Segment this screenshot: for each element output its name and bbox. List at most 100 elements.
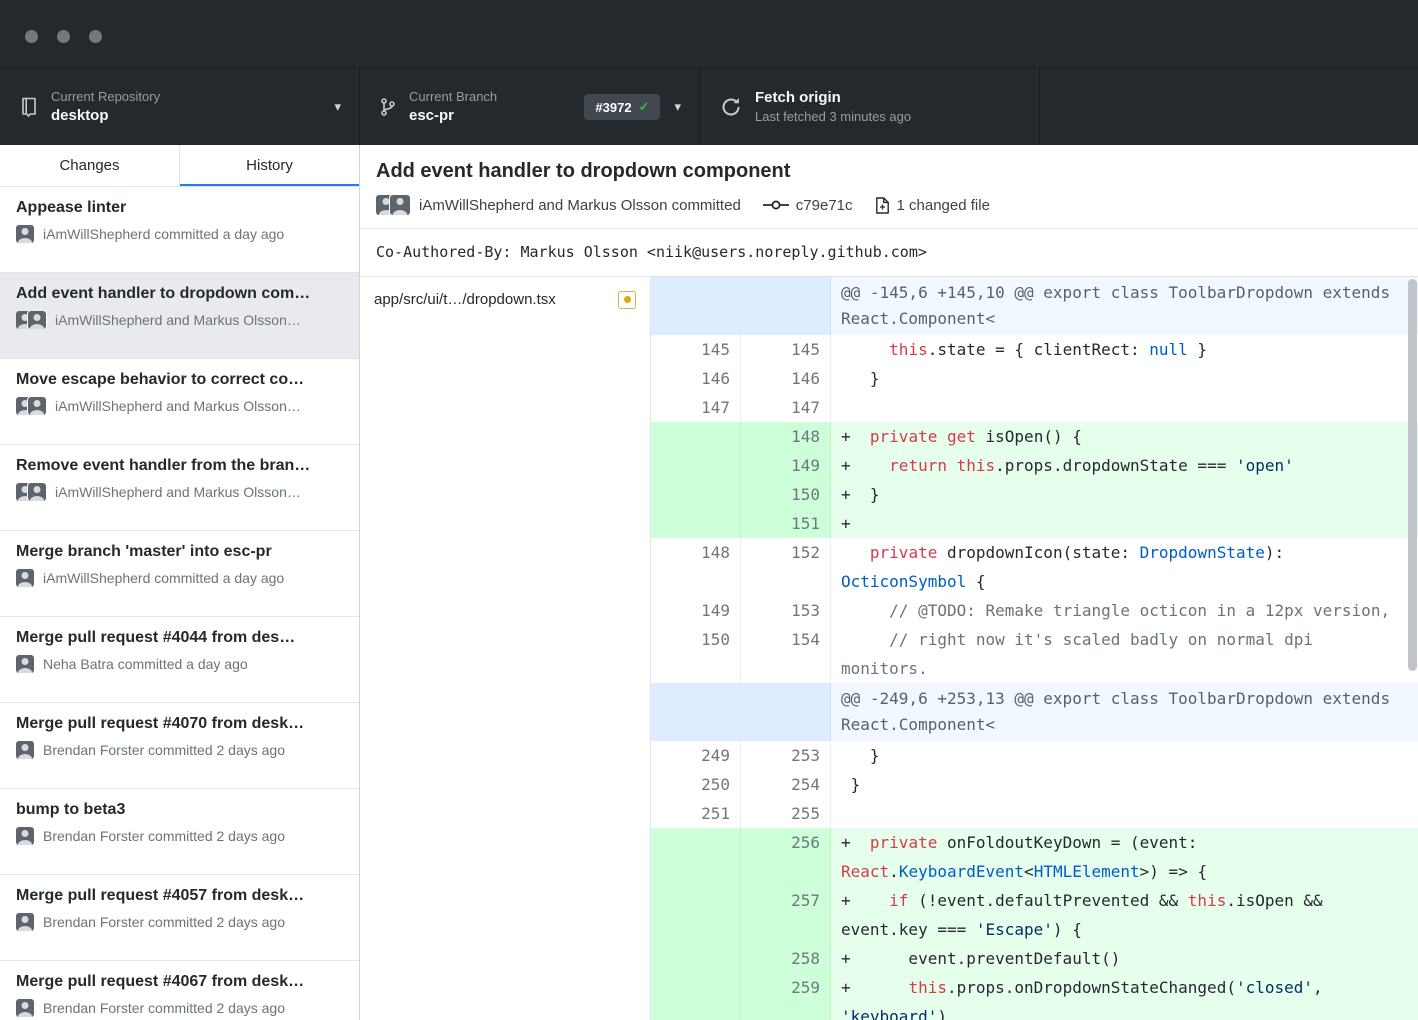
commit-title-heading: Add event handler to dropdown component: [376, 160, 1402, 183]
diff-code-line: }: [831, 364, 1418, 393]
commit-meta-text: iAmWillShepherd committed a day ago: [43, 570, 284, 586]
sidebar-tabs: ChangesHistory: [0, 145, 359, 187]
diff-new-line-number: 147: [741, 393, 831, 422]
commit-avatars: [16, 999, 34, 1017]
commit-item[interactable]: Merge pull request #4057 from desk… Bren…: [0, 875, 359, 961]
file-list: app/src/ui/t…/dropdown.tsx: [360, 277, 651, 1020]
commit-title: Add event handler to dropdown com…: [16, 285, 343, 303]
close-button[interactable]: [25, 30, 38, 43]
commit-meta-text: Brendan Forster committed 2 days ago: [43, 1000, 285, 1016]
fetch-origin-sublabel: Last fetched 3 minutes ago: [755, 109, 911, 125]
scrollbar-thumb[interactable]: [1408, 279, 1417, 671]
diff-new-line-number: 152: [741, 538, 831, 596]
commit-avatars: [16, 569, 34, 587]
commit-item[interactable]: Remove event handler from the bran… iAmW…: [0, 445, 359, 531]
diff-line-row: 145145 this.state = { clientRect: null }: [651, 335, 1418, 364]
commit-avatars: [16, 913, 34, 931]
commit-avatars: [16, 225, 34, 243]
toolbar: Current Repository desktop ▾ Current Bra…: [0, 69, 1418, 145]
repo-icon: [20, 96, 38, 118]
avatar: [16, 655, 34, 673]
diff-old-line-number: [651, 509, 741, 538]
avatar: [28, 483, 46, 501]
diff-line-row: 147147: [651, 393, 1418, 422]
commit-meta-text: Brendan Forster committed 2 days ago: [43, 742, 285, 758]
commit-item[interactable]: Move escape behavior to correct co… iAmW…: [0, 359, 359, 445]
avatar: [16, 999, 34, 1017]
pr-number: #3972: [595, 100, 631, 115]
commit-item[interactable]: bump to beta3 Brendan Forster committed …: [0, 789, 359, 875]
pr-number-badge: #3972 ✓: [584, 94, 660, 120]
diff-line-row: 148152 private dropdownIcon(state: Dropd…: [651, 538, 1418, 596]
diff-line-row: 149153 // @TODO: Remake triangle octicon…: [651, 596, 1418, 625]
sidebar: ChangesHistory Appease linter iAmWillShe…: [0, 145, 360, 1020]
git-branch-icon: [380, 96, 396, 118]
diff-line-row: 249253 }: [651, 741, 1418, 770]
diff-code-line: + }: [831, 480, 1418, 509]
diff-code-line: }: [831, 741, 1418, 770]
commit-sha-group: c79e71c: [763, 197, 853, 214]
diff-old-line-number: [651, 828, 741, 886]
zoom-button[interactable]: [89, 30, 102, 43]
avatar: [28, 397, 46, 415]
git-commit-icon: [763, 198, 789, 212]
diff-old-line-number: [651, 451, 741, 480]
file-row[interactable]: app/src/ui/t…/dropdown.tsx: [360, 277, 650, 322]
current-repository-button[interactable]: Current Repository desktop ▾: [0, 69, 360, 145]
current-repository-value: desktop: [51, 107, 160, 126]
commit-meta: Brendan Forster committed 2 days ago: [16, 999, 343, 1017]
commit-meta-text: iAmWillShepherd and Markus Olsson…: [55, 398, 301, 414]
commit-meta-text: iAmWillShepherd and Markus Olsson…: [55, 312, 301, 328]
commit-title: Move escape behavior to correct co…: [16, 371, 343, 389]
titlebar: [0, 0, 1418, 69]
diff-hunk-row: @@ -145,6 +145,10 @@ export class Toolba…: [651, 277, 1418, 335]
diff-old-line-number: 250: [651, 770, 741, 799]
changed-file-icon: [875, 197, 890, 214]
diff-body: @@ -145,6 +145,10 @@ export class Toolba…: [651, 277, 1418, 1020]
commit-avatars: [16, 397, 46, 415]
commit-item[interactable]: Appease linter iAmWillShepherd committed…: [0, 187, 359, 273]
diff-code-line: private dropdownIcon(state: DropdownStat…: [831, 538, 1418, 596]
commit-avatars: [16, 827, 34, 845]
commit-title: Remove event handler from the bran…: [16, 457, 343, 475]
diff-line-row: 251255: [651, 799, 1418, 828]
diff-new-line-number: 153: [741, 596, 831, 625]
diff-old-line-number: 251: [651, 799, 741, 828]
diff-old-line-number: [651, 886, 741, 944]
changed-files-group: 1 changed file: [875, 197, 990, 214]
diff-old-line-number: 150: [651, 625, 741, 683]
diff-new-line-number: 256: [741, 828, 831, 886]
traffic-lights: [25, 30, 102, 43]
commit-item[interactable]: Merge branch 'master' into esc-pr iAmWil…: [0, 531, 359, 617]
diff-code-line: + return this.props.dropdownState === 'o…: [831, 451, 1418, 480]
diff-old-line-number: 148: [651, 538, 741, 596]
commit-meta-text: iAmWillShepherd committed a day ago: [43, 226, 284, 242]
commit-item[interactable]: Merge pull request #4067 from desk… Bren…: [0, 961, 359, 1020]
commit-title: Merge branch 'master' into esc-pr: [16, 543, 343, 561]
diff-line-row: 149+ return this.props.dropdownState ===…: [651, 451, 1418, 480]
diff-code-line: + private onFoldoutKeyDown = (event: Rea…: [831, 828, 1418, 886]
diff-code-line: // right now it's scaled badly on normal…: [831, 625, 1418, 683]
diff-new-line-number: 148: [741, 422, 831, 451]
commit-item[interactable]: Merge pull request #4070 from desk… Bren…: [0, 703, 359, 789]
modified-file-icon: [618, 291, 636, 309]
commit-meta: iAmWillShepherd committed a day ago: [16, 225, 343, 243]
tab-history[interactable]: History: [180, 145, 359, 186]
diff-old-line-number: 249: [651, 741, 741, 770]
fetch-origin-label: Fetch origin: [755, 89, 911, 108]
commit-authors-text: iAmWillShepherd and Markus Olsson commit…: [419, 197, 741, 214]
changed-files-text: 1 changed file: [897, 197, 990, 214]
fetch-origin-button[interactable]: Fetch origin Last fetched 3 minutes ago: [700, 69, 1040, 145]
commit-avatars: [16, 311, 46, 329]
commit-meta: iAmWillShepherd and Markus Olsson…: [16, 483, 343, 501]
current-branch-button[interactable]: Current Branch esc-pr #3972 ✓ ▾: [360, 69, 700, 145]
diff-line-row: 256+ private onFoldoutKeyDown = (event: …: [651, 828, 1418, 886]
commit-detail-content: app/src/ui/t…/dropdown.tsx @@ -145,6 +14…: [360, 277, 1418, 1020]
tab-changes[interactable]: Changes: [0, 145, 180, 186]
commit-item[interactable]: Add event handler to dropdown com… iAmWi…: [0, 273, 359, 359]
diff-code-line: this.state = { clientRect: null }: [831, 335, 1418, 364]
minimize-button[interactable]: [57, 30, 70, 43]
avatar: [16, 741, 34, 759]
diff-new-line-number: 255: [741, 799, 831, 828]
commit-item[interactable]: Merge pull request #4044 from des… Neha …: [0, 617, 359, 703]
